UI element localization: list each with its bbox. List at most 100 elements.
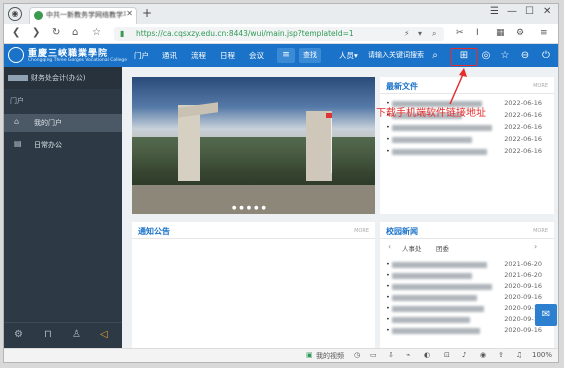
zoom-level[interactable]: 100% [532, 351, 552, 359]
video-icon[interactable]: ▣ [306, 351, 313, 359]
item-title-redacted [392, 317, 470, 323]
extension-icon[interactable]: ⚡ [404, 29, 410, 38]
annotation-arrow-icon [449, 68, 467, 105]
banner-flag [326, 113, 332, 118]
divider [380, 238, 554, 239]
bookmark-star-icon[interactable]: ☆ [92, 27, 101, 38]
more-circle-icon[interactable]: ⊖ [518, 49, 532, 62]
home-icon[interactable]: ⌂ [72, 27, 78, 38]
nav-portal[interactable]: 门户 [134, 50, 149, 61]
bullet: • [386, 123, 390, 131]
sidebar-item-my-portal[interactable]: ⌂ 我的门户 [4, 114, 122, 132]
more-link[interactable]: MORE [354, 228, 369, 234]
list-item[interactable]: • 2021-06-20 [386, 260, 542, 270]
browser-logo-icon[interactable]: ◉ [8, 7, 22, 21]
menu-icon[interactable]: ☰ [490, 6, 499, 17]
banner-gate-right [306, 111, 332, 181]
item-title-redacted [392, 137, 472, 143]
sidebar-item-daily-office[interactable]: ▤ 日常办公 [4, 136, 122, 154]
favorite-star-icon[interactable]: ☆ [498, 49, 512, 62]
settings-icon[interactable]: ⚙ [14, 329, 23, 340]
next-arrow-icon[interactable]: › [534, 242, 537, 251]
reload-icon[interactable]: ↻ [52, 27, 60, 38]
tab-youth-league[interactable]: 团委 [436, 243, 449, 253]
status-icon-8[interactable]: ◉ [480, 351, 486, 359]
search-input[interactable]: 请输入关键词搜索 [368, 50, 424, 60]
list-item[interactable]: • 2020-09-16 [386, 326, 542, 336]
item-date: 2022-06-16 [504, 135, 542, 143]
status-icon-4[interactable]: ⌁ [406, 351, 410, 359]
minimize-icon[interactable]: — [507, 6, 517, 17]
my-video-label[interactable]: 我的视频 [316, 351, 344, 361]
browser-window: ◉ 中共一新教务学网络教学平台(新系统) ✕ + ☰ — ☐ ✕ ❮ ❯ ↻ ⌂… [3, 3, 559, 363]
lock-icon[interactable]: ⊓ [44, 329, 52, 340]
shirt-icon[interactable]: ♙ [72, 329, 81, 340]
nav-contacts[interactable]: 通讯 [162, 50, 177, 61]
cut-icon[interactable]: ✂ [456, 28, 464, 38]
close-window-icon[interactable]: ✕ [543, 6, 551, 17]
tab-title: 中共一新教务学网络教学平台(新系统) [46, 11, 126, 19]
college-logo[interactable]: 重慶三峽職業學院 Chongqing Three Gorges Vocation… [8, 46, 127, 65]
status-icon-7[interactable]: ♪ [462, 351, 466, 359]
logout-icon[interactable]: ⏻ [539, 49, 553, 62]
bullet: • [386, 293, 390, 301]
url-text: https://ca.cqsxzy.edu.cn:8443/wui/main.j… [136, 29, 354, 38]
search-icon[interactable]: ⌕ [432, 29, 436, 39]
status-icon-3[interactable]: ⇩ [388, 351, 394, 359]
more-link[interactable]: MORE [533, 83, 548, 89]
search-type-select[interactable]: 人员▾ [339, 50, 358, 61]
item-title-redacted [392, 306, 484, 312]
browser-tab[interactable]: 中共一新教务学网络教学平台(新系统) ✕ [29, 7, 137, 24]
more-icon[interactable]: ≡ [540, 28, 548, 38]
grid-icon[interactable]: ▦ [496, 28, 505, 38]
sidebar-item-label: 我的门户 [34, 119, 62, 127]
list-item[interactable]: • 2020-09-16 [386, 315, 542, 325]
status-icon-5[interactable]: ◐ [424, 351, 430, 359]
prev-arrow-icon[interactable]: ‹ [388, 242, 391, 251]
new-tab-button[interactable]: + [142, 6, 152, 20]
site-favicon-icon [34, 11, 43, 20]
find-button[interactable]: 查找 [299, 48, 321, 63]
item-title-redacted [392, 273, 472, 279]
chat-icon[interactable]: ✉ [535, 304, 557, 326]
status-icon-10[interactable]: ♫ [516, 351, 522, 359]
status-icon-1[interactable]: ◷ [354, 351, 360, 359]
campus-banner-image[interactable]: ●●●●● [132, 77, 375, 214]
back-icon[interactable]: ❮ [12, 27, 20, 38]
extensions-icon[interactable]: ⚙ [516, 28, 524, 38]
list-item[interactable]: • 2022-06-16 [386, 147, 542, 157]
list-item[interactable]: • 2020-09-16 [386, 293, 542, 303]
menu-toggle-button[interactable]: ≡ [277, 48, 295, 63]
nav-workflow[interactable]: 流程 [191, 50, 206, 61]
maximize-icon[interactable]: ☐ [525, 6, 534, 17]
bullet: • [386, 260, 390, 268]
home-icon: ⌂ [14, 117, 20, 126]
dropdown-icon[interactable]: ▾ [418, 29, 422, 38]
list-item[interactable]: • 2021-06-20 [386, 271, 542, 281]
sidebar-user[interactable]: 财务处会计(办公) [4, 67, 122, 89]
more-link[interactable]: MORE [533, 228, 548, 234]
search-icon[interactable]: ⌕ [428, 49, 442, 62]
theme-icon[interactable]: ◎ [479, 49, 493, 62]
status-icon-6[interactable]: ⊡ [444, 351, 450, 359]
list-item[interactable]: • 2020-09-16 [386, 304, 542, 314]
list-item[interactable]: • 2020-09-16 [386, 282, 542, 292]
nav-schedule[interactable]: 日程 [220, 50, 235, 61]
nav-meeting[interactable]: 会议 [249, 50, 264, 61]
carousel-dots[interactable]: ●●●●● [232, 205, 269, 211]
status-icon-9[interactable]: ⇪ [498, 351, 504, 359]
status-icon-2[interactable]: ▭ [370, 351, 377, 359]
tab-close-icon[interactable]: ✕ [126, 9, 133, 18]
forward-icon[interactable]: ❯ [32, 27, 40, 38]
item-date: 2021-06-20 [504, 260, 542, 268]
panel-title: 通知公告 [138, 227, 170, 236]
speaker-icon[interactable]: ◁ [100, 329, 108, 340]
url-field[interactable]: ▮ https://ca.cqsxzy.edu.cn:8443/wui/main… [114, 27, 444, 41]
list-item[interactable]: • 2022-06-16 [386, 135, 542, 145]
text-icon[interactable]: I [476, 28, 479, 38]
user-avatar [8, 75, 28, 81]
item-title-redacted [392, 262, 487, 268]
tab-hr[interactable]: 人事处 [402, 243, 422, 253]
panel-title: 最新文件 [386, 82, 418, 91]
list-item[interactable]: • 2022-06-16 [386, 123, 542, 133]
